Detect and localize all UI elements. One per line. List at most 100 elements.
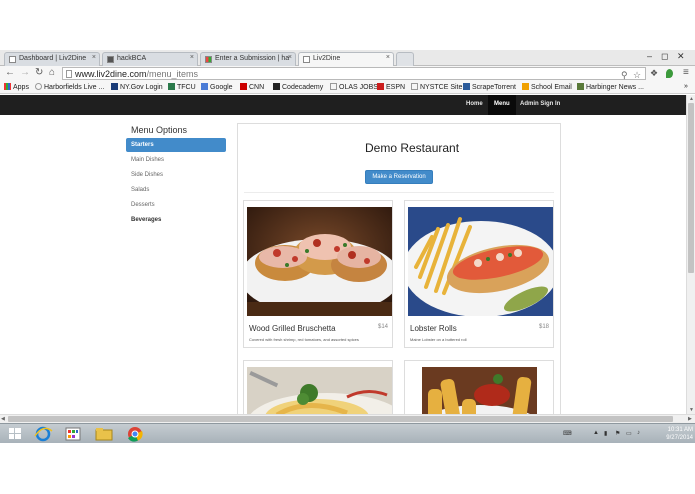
bookmark-apps[interactable]: Apps (4, 83, 29, 91)
reload-icon[interactable]: ↻ (35, 67, 43, 78)
menu-icon[interactable]: ≡ (683, 67, 689, 78)
nav-home[interactable]: Home (466, 101, 483, 107)
bookmark-espn[interactable]: ESPN (377, 83, 405, 91)
menu-item-desserts[interactable]: Desserts (126, 198, 226, 212)
tab-close-icon[interactable]: × (288, 54, 292, 61)
tab-title: Liv2Dine (313, 55, 341, 62)
scroll-right-icon[interactable]: ▶ (688, 416, 692, 422)
menu-item-beverages[interactable]: Beverages (126, 213, 226, 227)
close-window-icon[interactable]: ✕ (677, 51, 685, 62)
tab-close-icon[interactable]: × (92, 54, 96, 61)
dish-description: Covered with fresh shrimp, red tomatoes,… (249, 337, 359, 342)
new-tab-button[interactable] (396, 52, 414, 66)
chrome-icon[interactable] (124, 426, 146, 442)
bookmark-tfcu[interactable]: TFCU (168, 83, 196, 91)
browser-toolbar: ← → ↻ ⌂ www.liv2dine.com/menu_items ⚲ ☆ … (0, 66, 695, 82)
minimize-icon[interactable]: – (647, 51, 652, 61)
horizontal-scrollbar[interactable]: ◀ ▶ (0, 414, 695, 423)
dish-price: $14 (377, 324, 388, 330)
menu-content-panel: Demo Restaurant Make a Reservation Wood … (237, 123, 561, 414)
globe-icon (35, 83, 42, 90)
internet-explorer-icon[interactable] (32, 426, 54, 442)
battery-icon[interactable]: ▭ (626, 430, 632, 437)
menu-item-salads[interactable]: Salads (126, 183, 226, 197)
windows-taskbar: ⌨ ▲ ▮ ⚑ ▭ ♪ 10:31 AM 9/27/2014 (0, 423, 695, 443)
taskbar-clock[interactable]: 10:31 AM 9/27/2014 (648, 426, 693, 442)
page-icon (330, 83, 337, 90)
bookmark-nygov[interactable]: NY.Gov Login (111, 83, 163, 91)
bookmark-harbinger[interactable]: Harbinger News ... (577, 83, 644, 91)
url-host: www.liv2dine.com (75, 69, 147, 79)
nav-admin-sign-in[interactable]: Admin Sign In (520, 101, 560, 107)
flag-icon[interactable]: ⚑ (615, 430, 620, 437)
bookmark-google[interactable]: Google (201, 83, 233, 91)
make-reservation-button[interactable]: Make a Reservation (365, 170, 433, 184)
evernote-icon[interactable] (666, 69, 673, 78)
tab-dashboard[interactable]: Dashboard | Liv2Dine × (4, 52, 100, 66)
bookmark-nystce[interactable]: NYSTCE Site (411, 83, 462, 91)
tab-close-icon[interactable]: × (190, 54, 194, 61)
dish-card[interactable] (243, 360, 393, 414)
tab-title: Dashboard | Liv2Dine (19, 55, 87, 62)
tray-chevron-icon[interactable]: ▲ (593, 430, 599, 436)
menu-item-side-dishes[interactable]: Side Dishes (126, 168, 226, 182)
devpost-icon (205, 56, 212, 63)
forward-icon[interactable]: → (20, 67, 30, 78)
scroll-up-icon[interactable]: ▲ (689, 96, 694, 102)
search-icon[interactable]: ⚲ (621, 70, 628, 81)
scrollbar-thumb[interactable] (688, 103, 694, 273)
page-icon (303, 56, 310, 63)
back-icon[interactable]: ← (5, 67, 15, 78)
bookmarks-overflow-icon[interactable]: » (684, 83, 688, 90)
bookmark-olas[interactable]: OLAS JOBS (330, 83, 378, 91)
bookmark-cnn[interactable]: CNN (240, 83, 264, 91)
scrollbar-thumb[interactable] (8, 416, 673, 422)
dish-name: Lobster Rolls (410, 324, 457, 333)
dish-card-bruschetta[interactable]: Wood Grilled Bruschetta $14 Covered with… (243, 200, 393, 348)
bookmark-scrapetorrent[interactable]: ScrapeTorrent (463, 83, 516, 91)
volume-icon[interactable]: ♪ (637, 430, 640, 436)
bookmarks-bar: Apps Harborfields Live ... NY.Gov Login … (0, 82, 695, 94)
cnn-icon (240, 83, 247, 90)
restaurant-name: Demo Restaurant (365, 141, 460, 155)
dish-description: Maine Lobster on a buttered roll (410, 337, 467, 342)
address-bar[interactable]: www.liv2dine.com/menu_items ⚲ ☆ (62, 67, 646, 80)
clock-date: 9/27/2014 (666, 435, 693, 441)
screen: Dashboard | Liv2Dine × hackBCA × Enter a… (0, 0, 695, 494)
harbinger-icon (577, 83, 584, 90)
dish-card-lobster-rolls[interactable]: Lobster Rolls $18 Maine Lobster on a but… (404, 200, 554, 348)
bookmark-codecademy[interactable]: Codecademy (273, 83, 323, 91)
tab-liv2dine[interactable]: Liv2Dine × (298, 52, 394, 66)
home-icon[interactable]: ⌂ (49, 67, 55, 78)
page-icon (411, 83, 418, 90)
site-navbar: Home Menu Admin Sign In (0, 95, 686, 115)
scroll-left-icon[interactable]: ◀ (1, 416, 5, 422)
dish-card[interactable] (404, 360, 554, 414)
lobster-roll-photo (408, 207, 553, 316)
vertical-scrollbar[interactable]: ▲ ▼ (686, 95, 695, 414)
keyboard-icon[interactable]: ⌨ (563, 430, 572, 437)
maximize-icon[interactable]: ◻ (661, 51, 668, 62)
app-grid-icon[interactable] (62, 426, 84, 442)
tab-close-icon[interactable]: × (386, 54, 390, 61)
nav-menu[interactable]: Menu (488, 95, 516, 115)
scroll-down-icon[interactable]: ▼ (689, 407, 694, 413)
browser-tab-strip: Dashboard | Liv2Dine × hackBCA × Enter a… (0, 50, 695, 66)
menu-item-starters[interactable]: Starters (126, 138, 226, 152)
file-explorer-icon[interactable] (93, 426, 115, 442)
tab-hackbca[interactable]: hackBCA × (102, 52, 198, 66)
bookmark-harborfields[interactable]: Harborfields Live ... (35, 83, 104, 91)
tab-submission[interactable]: Enter a Submission | ha × (200, 52, 296, 66)
page-content: Menu Options Starters Main Dishes Side D… (0, 115, 686, 414)
windows-start-icon[interactable] (4, 426, 26, 442)
dish-price: $18 (538, 324, 549, 330)
page-icon (9, 56, 16, 63)
bookmark-star-icon[interactable]: ☆ (633, 70, 641, 81)
codecademy-icon (273, 83, 280, 90)
hackbca-icon (107, 56, 114, 63)
menu-item-main-dishes[interactable]: Main Dishes (126, 153, 226, 167)
extension-icon[interactable]: ❖ (650, 68, 658, 79)
bookmark-school-email[interactable]: School Email (522, 83, 572, 91)
network-icon[interactable]: ▮ (604, 430, 607, 437)
google-icon (201, 83, 208, 90)
